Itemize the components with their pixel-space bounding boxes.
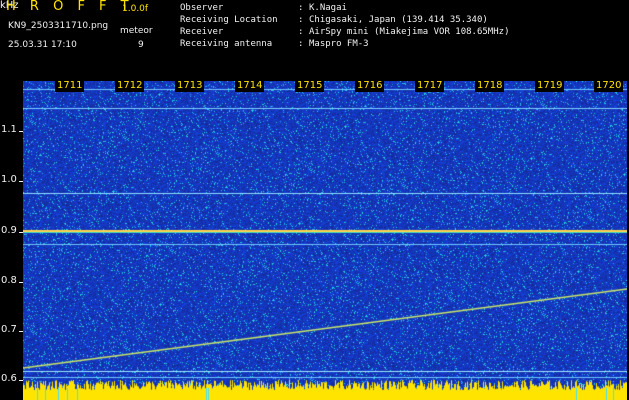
antenna-key: Receiving antenna bbox=[180, 39, 273, 49]
time-label: 1720 bbox=[594, 80, 624, 92]
observer-colon: : bbox=[298, 3, 304, 13]
observer-key: Observer bbox=[180, 3, 224, 13]
receiver-value: AirSpy mini (Miakejima VOR 108.65MHz) bbox=[309, 27, 510, 37]
y-tick-label: 1.0 bbox=[1, 174, 17, 185]
version-label: 1.0.0f bbox=[122, 4, 149, 14]
time-label: 1718 bbox=[475, 80, 505, 92]
datetime-label: 25.03.31 17:10 bbox=[8, 40, 77, 50]
time-label: 1712 bbox=[115, 80, 145, 92]
filename-label: KN9_2503311710.png bbox=[8, 21, 109, 31]
time-label: 1711 bbox=[55, 80, 85, 92]
location-key: Receiving Location bbox=[180, 15, 278, 25]
time-label: 1713 bbox=[175, 80, 205, 92]
time-label: 1714 bbox=[235, 80, 265, 92]
y-tick-label: 0.8 bbox=[1, 275, 17, 286]
antenna-colon: : bbox=[298, 39, 304, 49]
receiver-key: Receiver bbox=[180, 27, 224, 37]
spectrogram bbox=[23, 81, 627, 400]
time-label: 1719 bbox=[535, 80, 565, 92]
time-label: 1717 bbox=[415, 80, 445, 92]
receiver-colon: : bbox=[298, 27, 304, 37]
meteor-label: meteor bbox=[120, 26, 153, 36]
y-tick-label: 1.1 bbox=[1, 124, 17, 135]
time-label: 1716 bbox=[355, 80, 385, 92]
spectrogram-canvas bbox=[23, 81, 627, 400]
time-label: 1715 bbox=[295, 80, 325, 92]
observer-value: K.Nagai bbox=[309, 3, 347, 13]
y-tick-label: 0.9 bbox=[1, 225, 17, 236]
location-colon: : bbox=[298, 15, 304, 25]
antenna-value: Maspro FM-3 bbox=[309, 39, 369, 49]
meteor-count: 9 bbox=[138, 40, 144, 50]
y-tick-label: 0.6 bbox=[1, 373, 17, 384]
app-title: H R O F F T bbox=[6, 0, 134, 14]
y-tick-label: 0.7 bbox=[1, 324, 17, 335]
location-value: Chigasaki, Japan (139.414 35.340) bbox=[309, 15, 488, 25]
